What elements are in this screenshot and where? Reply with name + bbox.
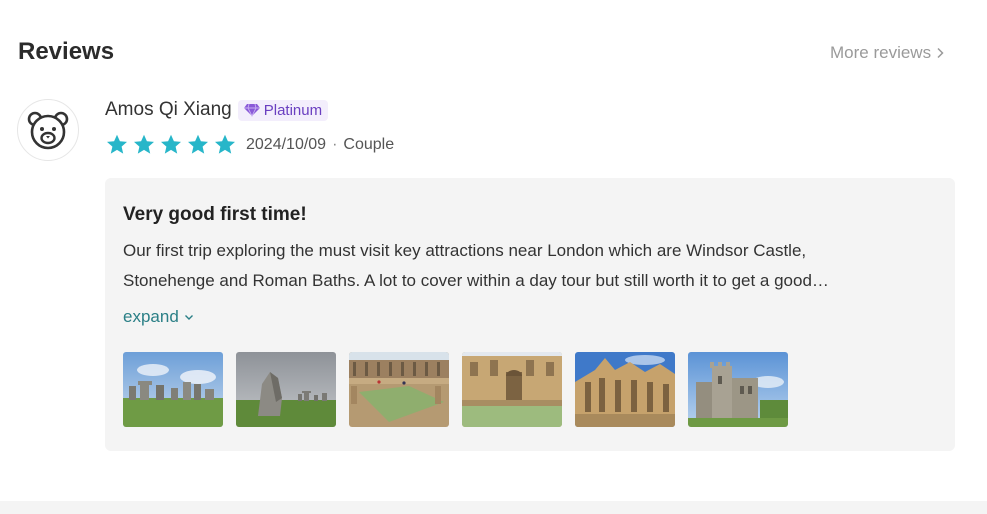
review-text-line: Our first trip exploring the must visit …: [123, 241, 807, 260]
expand-label: expand: [123, 307, 179, 326]
roman-baths-terrace-photo: [349, 352, 449, 427]
star-rating: [105, 133, 237, 157]
star-icon: [107, 134, 127, 154]
bear-face-icon: [27, 111, 69, 150]
chevron-down-icon: [184, 315, 193, 320]
diamond-icon: [243, 103, 260, 117]
review-photo[interactable]: [688, 352, 788, 427]
avatar[interactable]: [17, 99, 79, 161]
meta-separator: ·: [332, 136, 338, 153]
roman-baths-pool-photo: [462, 352, 562, 427]
expand-button[interactable]: expand: [123, 307, 195, 327]
gothic-chapel-photo: [575, 352, 675, 427]
review-date: 2024/10/09: [246, 136, 327, 153]
section-divider: [0, 501, 987, 514]
member-badge: Platinum: [237, 99, 329, 121]
stonehenge-stone-photo: [236, 352, 336, 427]
badge-label: Platinum: [263, 101, 323, 119]
more-reviews-link[interactable]: More reviews: [830, 43, 945, 63]
review-photo[interactable]: [462, 352, 562, 427]
review-photo[interactable]: [349, 352, 449, 427]
review-text-line: Stonehenge and Roman Baths. A lot to cov…: [123, 271, 829, 290]
reviewer-name[interactable]: Amos Qi Xiang: [105, 99, 232, 121]
review-photos: [123, 352, 788, 427]
review-meta: 2024/10/09 · Couple: [105, 133, 394, 157]
star-icon: [134, 134, 154, 154]
windsor-castle-photo: [688, 352, 788, 427]
star-icon: [215, 134, 235, 154]
review-photo[interactable]: [236, 352, 336, 427]
star-icon: [161, 134, 181, 154]
review-photo[interactable]: [575, 352, 675, 427]
stonehenge-photo: [123, 352, 223, 427]
more-reviews-label: More reviews: [830, 43, 932, 62]
review-text: Our first trip exploring the must visit …: [123, 236, 923, 296]
section-title: Reviews: [18, 38, 115, 65]
reviewer-header: Amos Qi Xiang Platinum: [105, 99, 329, 121]
review-card: Very good first time! Our first trip exp…: [105, 178, 955, 451]
review-photo[interactable]: [123, 352, 223, 427]
review-title: Very good first time!: [123, 204, 307, 225]
star-icon: [188, 134, 208, 154]
traveler-type: Couple: [343, 136, 395, 153]
chevron-right-icon: [937, 47, 944, 59]
